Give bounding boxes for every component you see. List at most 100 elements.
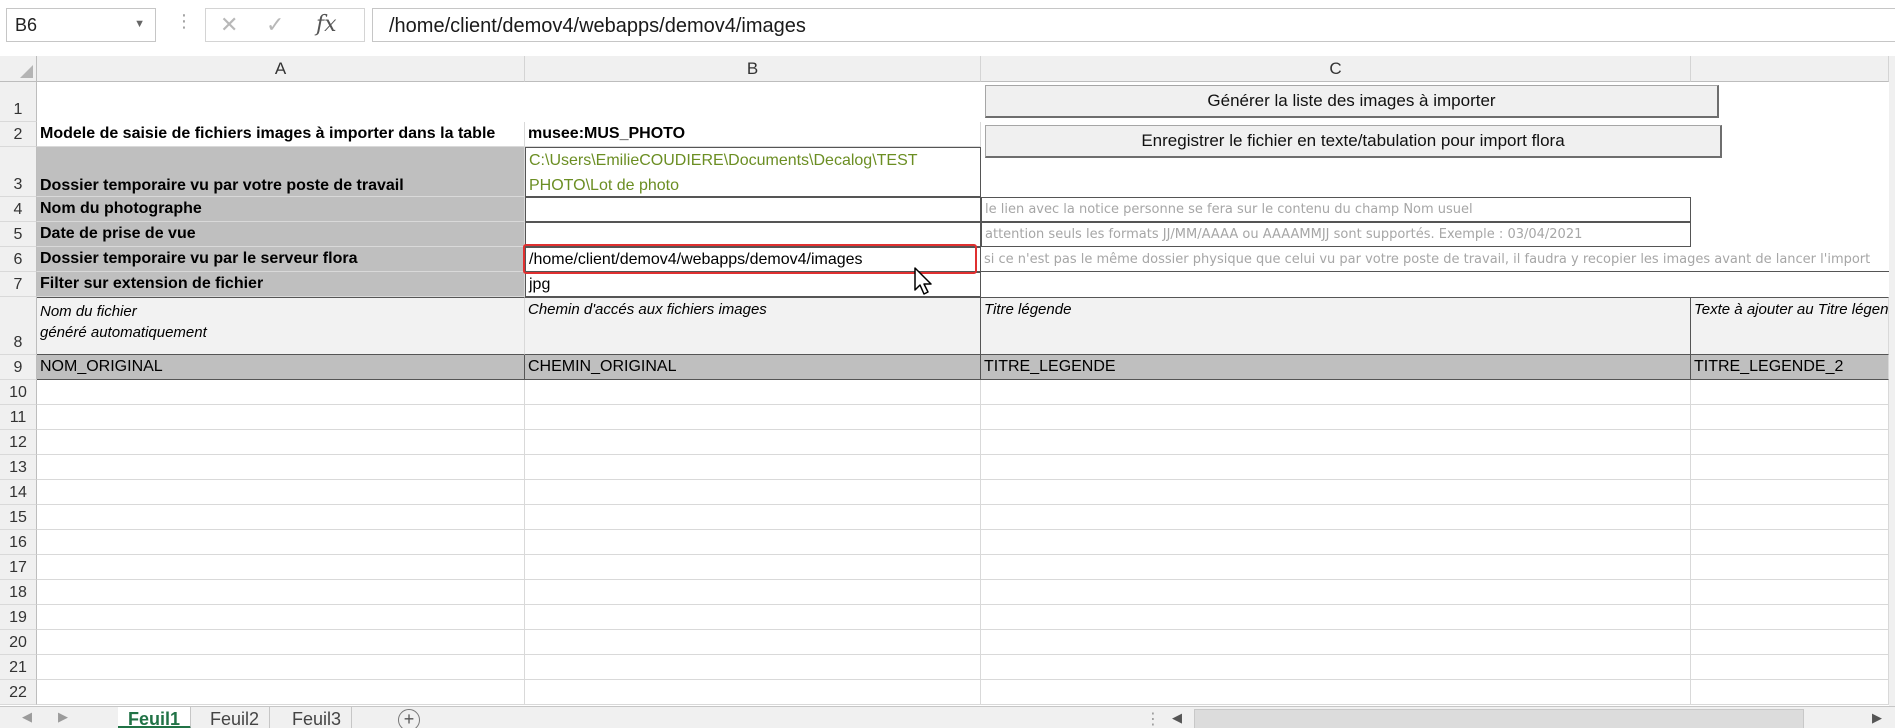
tab-split-handle[interactable]: ⋮ bbox=[1145, 709, 1161, 728]
vertical-scrollbar[interactable] bbox=[1889, 56, 1895, 706]
scroll-left-icon[interactable]: ◀ bbox=[1172, 710, 1182, 726]
formula-bar-resize-handle[interactable]: ⋮ bbox=[175, 11, 193, 32]
column-header-b[interactable]: B bbox=[525, 56, 981, 82]
empty-cell[interactable] bbox=[525, 430, 981, 455]
chevron-down-icon[interactable]: ▼ bbox=[134, 18, 145, 30]
empty-cell[interactable] bbox=[981, 455, 1691, 480]
empty-cell[interactable] bbox=[981, 505, 1691, 530]
empty-cell[interactable] bbox=[37, 605, 525, 630]
empty-cell[interactable] bbox=[1691, 655, 1889, 680]
empty-cell[interactable] bbox=[525, 380, 981, 405]
empty-cell[interactable] bbox=[37, 580, 525, 605]
empty-cell[interactable] bbox=[1691, 480, 1889, 505]
row-header-17[interactable]: 17 bbox=[0, 555, 37, 580]
empty-cell[interactable] bbox=[525, 655, 981, 680]
empty-cell[interactable] bbox=[525, 455, 981, 480]
empty-cell[interactable] bbox=[525, 555, 981, 580]
cell-c5[interactable]: attention seuls les formats JJ/MM/AAAA o… bbox=[981, 222, 1691, 247]
empty-cell[interactable] bbox=[37, 555, 525, 580]
column-header-c[interactable]: C bbox=[981, 56, 1691, 82]
insert-function-icon[interactable]: fx bbox=[316, 12, 337, 37]
empty-cell[interactable] bbox=[525, 480, 981, 505]
row-header-16[interactable]: 16 bbox=[0, 530, 37, 555]
empty-cell[interactable] bbox=[1691, 380, 1889, 405]
horizontal-scrollbar[interactable]: ◀ ▶ bbox=[1166, 709, 1890, 728]
empty-cell[interactable] bbox=[525, 605, 981, 630]
empty-cell[interactable] bbox=[981, 680, 1691, 705]
empty-cell[interactable] bbox=[981, 380, 1691, 405]
empty-cell[interactable] bbox=[981, 555, 1691, 580]
row-header-2[interactable]: 2 bbox=[0, 122, 37, 147]
row-header-1[interactable]: 1 bbox=[0, 82, 37, 122]
previous-sheet-icon[interactable]: ◀ bbox=[22, 709, 32, 725]
empty-cell[interactable] bbox=[981, 405, 1691, 430]
formula-input[interactable]: /home/client/demov4/webapps/demov4/image… bbox=[372, 8, 1895, 42]
tab-feuil2[interactable]: Feuil2 bbox=[200, 707, 271, 728]
tab-feuil1[interactable]: Feuil1 bbox=[118, 707, 192, 728]
cell-b4[interactable] bbox=[525, 197, 981, 222]
row-header-20[interactable]: 20 bbox=[0, 630, 37, 655]
row-header-5[interactable]: 5 bbox=[0, 222, 37, 247]
cancel-icon[interactable]: ✕ bbox=[220, 12, 238, 38]
cell-a8[interactable]: Nom du fichier généré automatiquement bbox=[37, 297, 525, 355]
empty-cell[interactable] bbox=[37, 530, 525, 555]
empty-cell[interactable] bbox=[1691, 580, 1889, 605]
empty-cell[interactable] bbox=[525, 505, 981, 530]
row-header-13[interactable]: 13 bbox=[0, 455, 37, 480]
generate-images-list-button[interactable]: Générer la liste des images à importer bbox=[985, 85, 1719, 118]
row-header-7[interactable]: 7 bbox=[0, 272, 37, 297]
empty-cell[interactable] bbox=[37, 405, 525, 430]
tab-feuil3[interactable]: Feuil3 bbox=[282, 707, 353, 728]
row-header-22[interactable]: 22 bbox=[0, 680, 37, 705]
cell-d9[interactable]: TITRE_LEGENDE_2 bbox=[1691, 355, 1889, 380]
row-header-9[interactable]: 9 bbox=[0, 355, 37, 380]
row-header-12[interactable]: 12 bbox=[0, 430, 37, 455]
empty-cell[interactable] bbox=[1691, 430, 1889, 455]
empty-cell[interactable] bbox=[525, 680, 981, 705]
row-header-19[interactable]: 19 bbox=[0, 605, 37, 630]
column-header-d[interactable] bbox=[1691, 56, 1889, 82]
name-box[interactable]: B6 ▼ bbox=[6, 8, 156, 42]
cell-a2[interactable]: Modele de saisie de fichiers images à im… bbox=[37, 122, 525, 147]
cell-a5[interactable]: Date de prise de vue bbox=[37, 222, 525, 247]
cell-c8[interactable]: Titre légende bbox=[981, 297, 1691, 355]
scroll-right-icon[interactable]: ▶ bbox=[1872, 710, 1882, 726]
empty-cell[interactable] bbox=[1691, 455, 1889, 480]
empty-cell[interactable] bbox=[981, 480, 1691, 505]
cell-b9[interactable]: CHEMIN_ORIGINAL bbox=[525, 355, 981, 380]
horizontal-scroll-thumb[interactable] bbox=[1194, 709, 1804, 728]
empty-cell[interactable] bbox=[981, 605, 1691, 630]
row-header-10[interactable]: 10 bbox=[0, 380, 37, 405]
cell-b8[interactable]: Chemin d'accés aux fichiers images bbox=[525, 297, 981, 355]
empty-cell[interactable] bbox=[37, 380, 525, 405]
empty-cell[interactable] bbox=[37, 680, 525, 705]
empty-cell[interactable] bbox=[37, 505, 525, 530]
row-header-15[interactable]: 15 bbox=[0, 505, 37, 530]
empty-cell[interactable] bbox=[1691, 680, 1889, 705]
cell-a6[interactable]: Dossier temporaire vu par le serveur flo… bbox=[37, 247, 525, 272]
next-sheet-icon[interactable]: ▶ bbox=[58, 709, 68, 725]
empty-cell[interactable] bbox=[525, 530, 981, 555]
column-header-a[interactable]: A bbox=[37, 56, 525, 82]
cell-c9[interactable]: TITRE_LEGENDE bbox=[981, 355, 1691, 380]
cell-d8[interactable]: Texte à ajouter au Titre légende bbox=[1691, 297, 1889, 355]
empty-cell[interactable] bbox=[37, 480, 525, 505]
cell-c6[interactable]: si ce n'est pas le même dossier physique… bbox=[981, 247, 1895, 272]
row-header-8[interactable]: 8 bbox=[0, 297, 37, 355]
empty-cell[interactable] bbox=[1691, 505, 1889, 530]
cell-a9[interactable]: NOM_ORIGINAL bbox=[37, 355, 525, 380]
empty-cell[interactable] bbox=[1691, 605, 1889, 630]
empty-cell[interactable] bbox=[525, 580, 981, 605]
empty-cell[interactable] bbox=[1691, 555, 1889, 580]
empty-cell[interactable] bbox=[981, 580, 1691, 605]
empty-cell[interactable] bbox=[981, 655, 1691, 680]
empty-cell[interactable] bbox=[37, 430, 525, 455]
cell-a4[interactable]: Nom du photographe bbox=[37, 197, 525, 222]
empty-cell[interactable] bbox=[1691, 405, 1889, 430]
add-sheet-icon[interactable]: + bbox=[398, 709, 420, 728]
row-header-14[interactable]: 14 bbox=[0, 480, 37, 505]
empty-cell[interactable] bbox=[37, 630, 525, 655]
enter-check-icon[interactable]: ✓ bbox=[266, 12, 284, 38]
cell-c4[interactable]: le lien avec la notice personne se fera … bbox=[981, 197, 1691, 222]
empty-cell[interactable] bbox=[981, 430, 1691, 455]
